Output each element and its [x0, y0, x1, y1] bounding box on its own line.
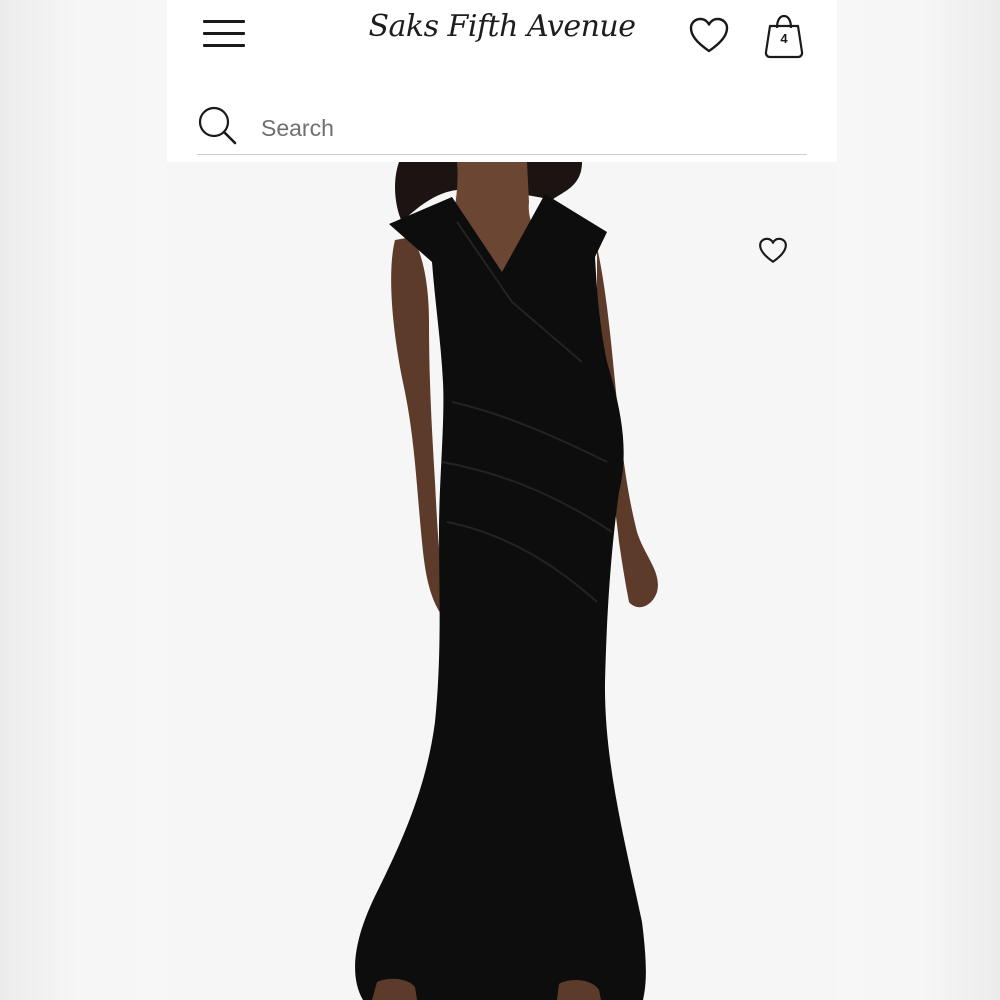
menu-line: [203, 44, 245, 47]
search-icon[interactable]: [197, 105, 239, 147]
bag-count-badge: 4: [780, 31, 788, 46]
hamburger-menu-icon: [203, 20, 245, 23]
menu-line: [203, 32, 245, 35]
heart-icon: [689, 17, 729, 53]
phone-screen: Saks Fifth Avenue 4: [167, 0, 837, 1000]
wishlist-button[interactable]: [687, 15, 731, 57]
menu-button[interactable]: [203, 20, 245, 48]
search-input[interactable]: [259, 110, 783, 146]
product-photo: [355, 162, 658, 1000]
heart-icon: [759, 237, 787, 263]
shopping-bag-button[interactable]: 4: [761, 12, 807, 60]
product-image[interactable]: [167, 162, 837, 1000]
search-bar[interactable]: [197, 100, 807, 155]
brand-logo[interactable]: Saks Fifth Avenue: [367, 4, 637, 50]
site-header: Saks Fifth Avenue 4: [167, 0, 837, 162]
